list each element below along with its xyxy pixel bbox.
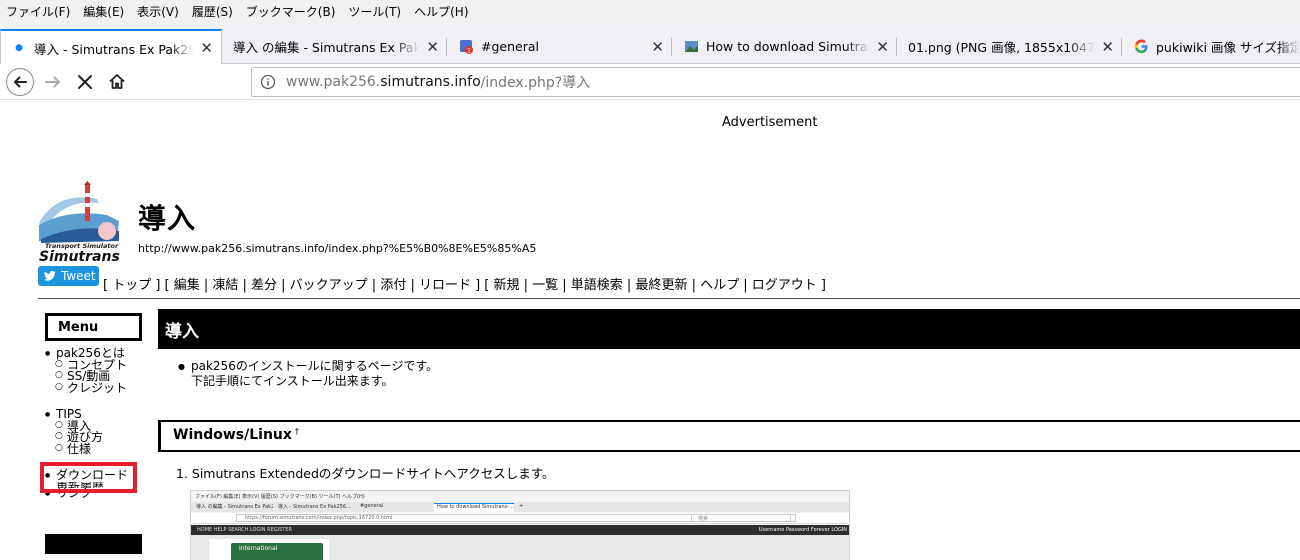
back-arrow-icon [6, 68, 34, 96]
close-icon[interactable]: ✕ [200, 39, 213, 57]
home-icon [109, 74, 125, 89]
svg-text:1: 1 [467, 48, 471, 55]
sidebar-menu-header: Menu [45, 313, 142, 341]
address-bar[interactable]: www.pak256. simutrans.info/index.php?導入 [251, 67, 1300, 97]
svg-text:Simutrans: Simutrans [39, 249, 120, 265]
home-button[interactable] [102, 67, 132, 97]
screenshot-tab: 導入 - Simutrans Ex Pak256... [278, 504, 351, 510]
tweet-button[interactable]: Tweet [38, 266, 99, 286]
content-heading: 導入 [158, 309, 1300, 349]
sidebar-group-about: pak256とは コンセプト SS/動画 クレジット [45, 347, 127, 395]
tab-separator [1121, 38, 1122, 56]
sidebar-group-tips: TIPS 導入 遊び方 仕様 [45, 408, 103, 456]
url-host: simutrans.info [380, 74, 481, 90]
screenshot-tab: 導入 の編集 - Simutrans Ex Pak2... [196, 504, 273, 510]
app-menubar: ファイル(F) 編集(E) 表示(V) 履歴(S) ブックマーク(B) ツール(… [0, 0, 1300, 22]
screenshot-tab: How to download Simutrans-... [434, 503, 514, 512]
forward-arrow-icon [45, 76, 60, 88]
section-heading-text: Windows/Linux [173, 427, 292, 443]
tab-png[interactable]: 01.png (PNG 画像, 1855x1047 px) - 拡大 ✕ [898, 29, 1122, 64]
menu-history[interactable]: 履歴(S) [192, 3, 233, 20]
tab-title: How to download Simutrans-Extended [706, 39, 870, 54]
tab-separator [671, 38, 672, 56]
close-icon[interactable]: ✕ [1101, 38, 1114, 56]
menu-file[interactable]: ファイル(F) [6, 3, 70, 20]
screenshot-new-tab: + [519, 503, 524, 509]
menu-tools[interactable]: ツール(T) [348, 3, 401, 20]
screenshot-tabs: 導入 の編集 - Simutrans Ex Pak2... 導入 - Simut… [191, 502, 849, 512]
url-prefix: www.pak256. [286, 74, 381, 90]
image-icon [683, 39, 699, 55]
site-logo[interactable]: Transport Simulator Simutrans [37, 181, 121, 265]
tab-google[interactable]: pukiwiki 画像 サイズ指定 - Google [1123, 29, 1300, 64]
screenshot-site: HOME HELP SEARCH LOGIN REGISTER Username… [191, 525, 849, 560]
tab-title: pukiwiki 画像 サイズ指定 - Google [1156, 40, 1300, 55]
site-info-icon[interactable] [260, 74, 276, 94]
page-title: 導入 [138, 202, 197, 235]
tab-separator [446, 38, 447, 56]
tab-general[interactable]: 1 #general ✕ [448, 29, 672, 64]
screenshot-banner: International [209, 539, 329, 560]
intro-line-2: 下記手順にてインストール出来ます。 [191, 373, 394, 388]
stop-button[interactable] [70, 67, 100, 97]
navigation-toolbar: www.pak256. simutrans.info/index.php?導入 [0, 64, 1300, 100]
tab-title: 導入 の編集 - Simutrans Ex Pak256 official [233, 40, 421, 55]
tab-forum[interactable]: How to download Simutrans-Extended ✕ [673, 29, 897, 64]
close-icon[interactable]: ✕ [876, 38, 889, 56]
screenshot-banner-title: International [231, 543, 323, 560]
page-url[interactable]: http://www.pak256.simutrans.info/index.p… [138, 242, 536, 255]
tweet-label: Tweet [61, 269, 96, 283]
section-heading: Windows/Linux † [158, 420, 1300, 452]
screenshot-navbar: https://forum.simutrans.com/index.php/to… [191, 513, 849, 524]
forward-button[interactable] [38, 67, 68, 97]
highlight-annotation [40, 462, 137, 493]
tab-title: #general [481, 39, 539, 54]
tab-separator [896, 38, 897, 56]
menu-edit[interactable]: 編集(E) [83, 3, 124, 20]
sidebar-block [45, 534, 142, 554]
back-button[interactable] [5, 67, 35, 97]
section-anchor-link[interactable]: † [295, 427, 299, 436]
sidebar-item-spec[interactable]: 仕様 [45, 443, 103, 456]
step-1-text: 1. Simutrans Extendedのダウンロードサイトへアクセスします。 [176, 466, 555, 481]
tab-strip: ● 導入 - Simutrans Ex Pak256 official ✕ 導入… [0, 22, 1300, 65]
screenshot-tab: #general [360, 503, 384, 509]
close-icon[interactable]: ✕ [426, 38, 439, 56]
intro-text: pak256のインストールに関するページです。 下記手順にてインストール出来ます… [178, 359, 438, 388]
screenshot-menubar: ファイル(F) 編集(E) 表示(V) 履歴(S) ブックマーク(B) ツール(… [195, 494, 365, 500]
url-path: /index.php?導入 [480, 75, 591, 91]
wiki-toolbar[interactable]: [ トップ ] [ 編集 | 凍結 | 差分 | バックアップ | 添付 | リ… [103, 274, 826, 293]
google-icon [1133, 39, 1149, 55]
tab-title: 01.png (PNG 画像, 1855x1047 px) - 拡大 [908, 40, 1096, 55]
screenshot-topnav: HOME HELP SEARCH LOGIN REGISTER [191, 525, 849, 535]
close-icon[interactable]: ✕ [651, 38, 664, 56]
page-viewport: Advertisement Transport Simulator Simutr… [0, 101, 1300, 560]
menu-help[interactable]: ヘルプ(H) [414, 3, 468, 20]
twitter-bird-icon [44, 271, 56, 281]
tab-title: 導入 - Simutrans Ex Pak256 official [34, 41, 194, 57]
embedded-screenshot: ファイル(F) 編集(E) 表示(V) 履歴(S) ブックマーク(B) ツール(… [190, 490, 850, 560]
screenshot-login: Username Password Forever LOGIN [758, 527, 847, 533]
screenshot-search: 検索 [691, 514, 791, 522]
tab-edit[interactable]: 導入 の編集 - Simutrans Ex Pak256 official ✕ [223, 29, 447, 64]
menu-view[interactable]: 表示(V) [137, 3, 179, 20]
divider [38, 298, 1300, 299]
menu-bookmarks[interactable]: ブックマーク(B) [246, 3, 336, 20]
sidebar-item-credits[interactable]: クレジット [45, 382, 127, 395]
intro-line-1: pak256のインストールに関するページです。 [178, 359, 438, 374]
advertisement-label: Advertisement [722, 115, 818, 130]
chat-app-icon: 1 [458, 39, 474, 55]
menu-label: Menu [58, 320, 99, 335]
loading-dot-icon: ● [15, 43, 23, 53]
stop-x-icon [78, 75, 92, 89]
tab-intro[interactable]: ● 導入 - Simutrans Ex Pak256 official ✕ [0, 29, 222, 65]
